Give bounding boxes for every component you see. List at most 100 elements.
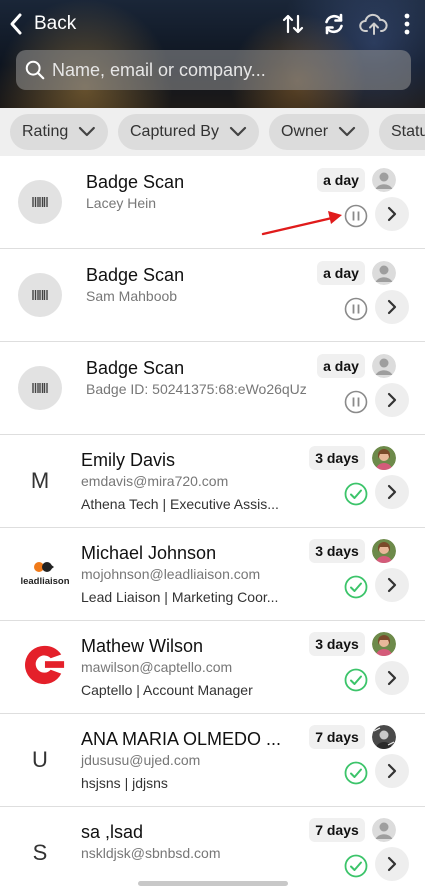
check-circle-icon <box>344 761 368 785</box>
lead-subtitle: Badge ID: 50241375:68:eWo26qUz <box>86 381 307 397</box>
contact-company: Captello | Account Manager <box>81 682 253 698</box>
contact-initial-avatar: U <box>18 738 62 782</box>
refresh-icon[interactable] <box>319 10 349 38</box>
chevron-right-icon <box>387 392 397 408</box>
barcode-icon <box>18 273 62 317</box>
chevron-down-icon <box>79 126 96 137</box>
open-detail-button[interactable] <box>375 290 409 324</box>
owner-avatar-placeholder-icon <box>372 354 396 378</box>
chevron-right-icon <box>387 670 397 686</box>
check-circle-icon <box>344 482 368 506</box>
list-item[interactable]: Mathew Wilson mawilson@captello.com Capt… <box>0 621 425 714</box>
contact-company: Athena Tech | Executive Assis... <box>81 496 279 512</box>
cloud-upload-icon[interactable] <box>359 10 389 38</box>
time-badge: 7 days <box>309 818 365 842</box>
pause-circle-icon[interactable] <box>344 297 368 321</box>
open-detail-button[interactable] <box>375 568 409 602</box>
chevron-down-icon <box>339 126 356 137</box>
time-badge: a day <box>317 168 365 192</box>
pause-circle-icon[interactable] <box>344 390 368 414</box>
time-badge: a day <box>317 261 365 285</box>
company-logo-leadliaison: leadliaison <box>20 552 70 596</box>
contact-initial-avatar: M <box>18 459 62 503</box>
filter-chip-rating[interactable]: Rating <box>10 114 108 150</box>
chevron-right-icon <box>387 577 397 593</box>
open-detail-button[interactable] <box>375 475 409 509</box>
list-item[interactable]: Badge Scan Badge ID: 50241375:68:eWo26qU… <box>0 342 425 435</box>
filter-chip-status[interactable]: Statu <box>379 114 425 150</box>
chevron-left-icon <box>10 13 22 35</box>
barcode-icon <box>18 366 62 410</box>
owner-avatar-placeholder-icon <box>372 818 396 842</box>
check-circle-icon <box>344 854 368 878</box>
header: Back <box>0 0 425 108</box>
list-item[interactable]: leadliaison Michael Johnson mojohnson@le… <box>0 528 425 621</box>
owner-avatar-placeholder-icon <box>372 168 396 192</box>
open-detail-button[interactable] <box>375 847 409 881</box>
contact-company: hsjsns | jdjsns <box>81 775 168 791</box>
time-badge: 3 days <box>309 632 365 656</box>
chevron-right-icon <box>387 299 397 315</box>
chevron-right-icon <box>387 484 397 500</box>
list-item[interactable]: Badge Scan Lacey Hein a day <box>0 156 425 249</box>
owner-avatar <box>372 632 396 656</box>
contact-email: mojohnson@leadliaison.com <box>81 566 261 582</box>
contact-name: ANA MARIA OLMEDO ... <box>81 729 282 749</box>
open-detail-button[interactable] <box>375 197 409 231</box>
chevron-right-icon <box>387 856 397 872</box>
time-badge: 3 days <box>309 446 365 470</box>
contact-initial-avatar: S <box>18 831 62 875</box>
time-badge: 3 days <box>309 539 365 563</box>
owner-avatar <box>372 446 396 470</box>
search-bar[interactable] <box>16 50 411 90</box>
owner-avatar <box>372 725 396 749</box>
filter-chip-captured-by[interactable]: Captured By <box>118 114 259 150</box>
logo-wordmark: leadliaison <box>20 576 69 587</box>
lead-title: Badge Scan <box>86 265 185 285</box>
list-item[interactable]: M Emily Davis emdavis@mira720.com Athena… <box>0 435 425 528</box>
chevron-right-icon <box>387 763 397 779</box>
owner-avatar <box>372 539 396 563</box>
filter-chip-label: Captured By <box>130 123 219 140</box>
list-item[interactable]: S sa ,lsad nskldjsk@sbnbsd.com 7 days <box>0 807 425 891</box>
back-button[interactable]: Back <box>8 10 76 38</box>
company-logo-captello <box>22 643 66 687</box>
contact-email: mawilson@captello.com <box>81 659 233 675</box>
chevron-down-icon <box>229 126 247 137</box>
time-badge: 7 days <box>309 725 365 749</box>
lead-subtitle: Lacey Hein <box>86 195 157 211</box>
owner-avatar-placeholder-icon <box>372 261 396 285</box>
contact-company: Lead Liaison | Marketing Coor... <box>81 589 279 605</box>
open-detail-button[interactable] <box>375 661 409 695</box>
contact-name: sa ,lsad <box>81 822 144 842</box>
contact-email: nskldjsk@sbnbsd.com <box>81 845 221 861</box>
home-indicator[interactable] <box>138 881 288 886</box>
more-vert-icon[interactable] <box>399 10 415 38</box>
filter-chip-label: Owner <box>281 123 329 140</box>
list-item[interactable]: Badge Scan Sam Mahboob a day <box>0 249 425 342</box>
search-icon <box>25 60 45 80</box>
check-circle-icon <box>344 668 368 692</box>
barcode-icon <box>18 180 62 224</box>
pause-circle-icon[interactable] <box>344 204 368 228</box>
filter-chip-label: Statu <box>391 123 425 140</box>
time-badge: a day <box>317 354 365 378</box>
search-input[interactable] <box>52 59 392 81</box>
contact-name: Emily Davis <box>81 450 176 470</box>
sort-icon[interactable] <box>279 10 309 38</box>
open-detail-button[interactable] <box>375 383 409 417</box>
contact-name: Michael Johnson <box>81 543 217 563</box>
back-label: Back <box>34 13 77 34</box>
filter-chip-owner[interactable]: Owner <box>269 114 369 150</box>
open-detail-button[interactable] <box>375 754 409 788</box>
contact-email: emdavis@mira720.com <box>81 473 229 489</box>
lead-title: Badge Scan <box>86 358 185 378</box>
lead-title: Badge Scan <box>86 172 185 192</box>
filter-bar: Rating Captured By Owner Statu <box>0 108 425 156</box>
filter-chip-label: Rating <box>22 123 69 140</box>
list-item[interactable]: U ANA MARIA OLMEDO ... jdususu@ujed.com … <box>0 714 425 807</box>
chevron-right-icon <box>387 206 397 222</box>
check-circle-icon <box>344 575 368 599</box>
contact-name: Mathew Wilson <box>81 636 204 656</box>
contact-email: jdususu@ujed.com <box>81 752 201 768</box>
